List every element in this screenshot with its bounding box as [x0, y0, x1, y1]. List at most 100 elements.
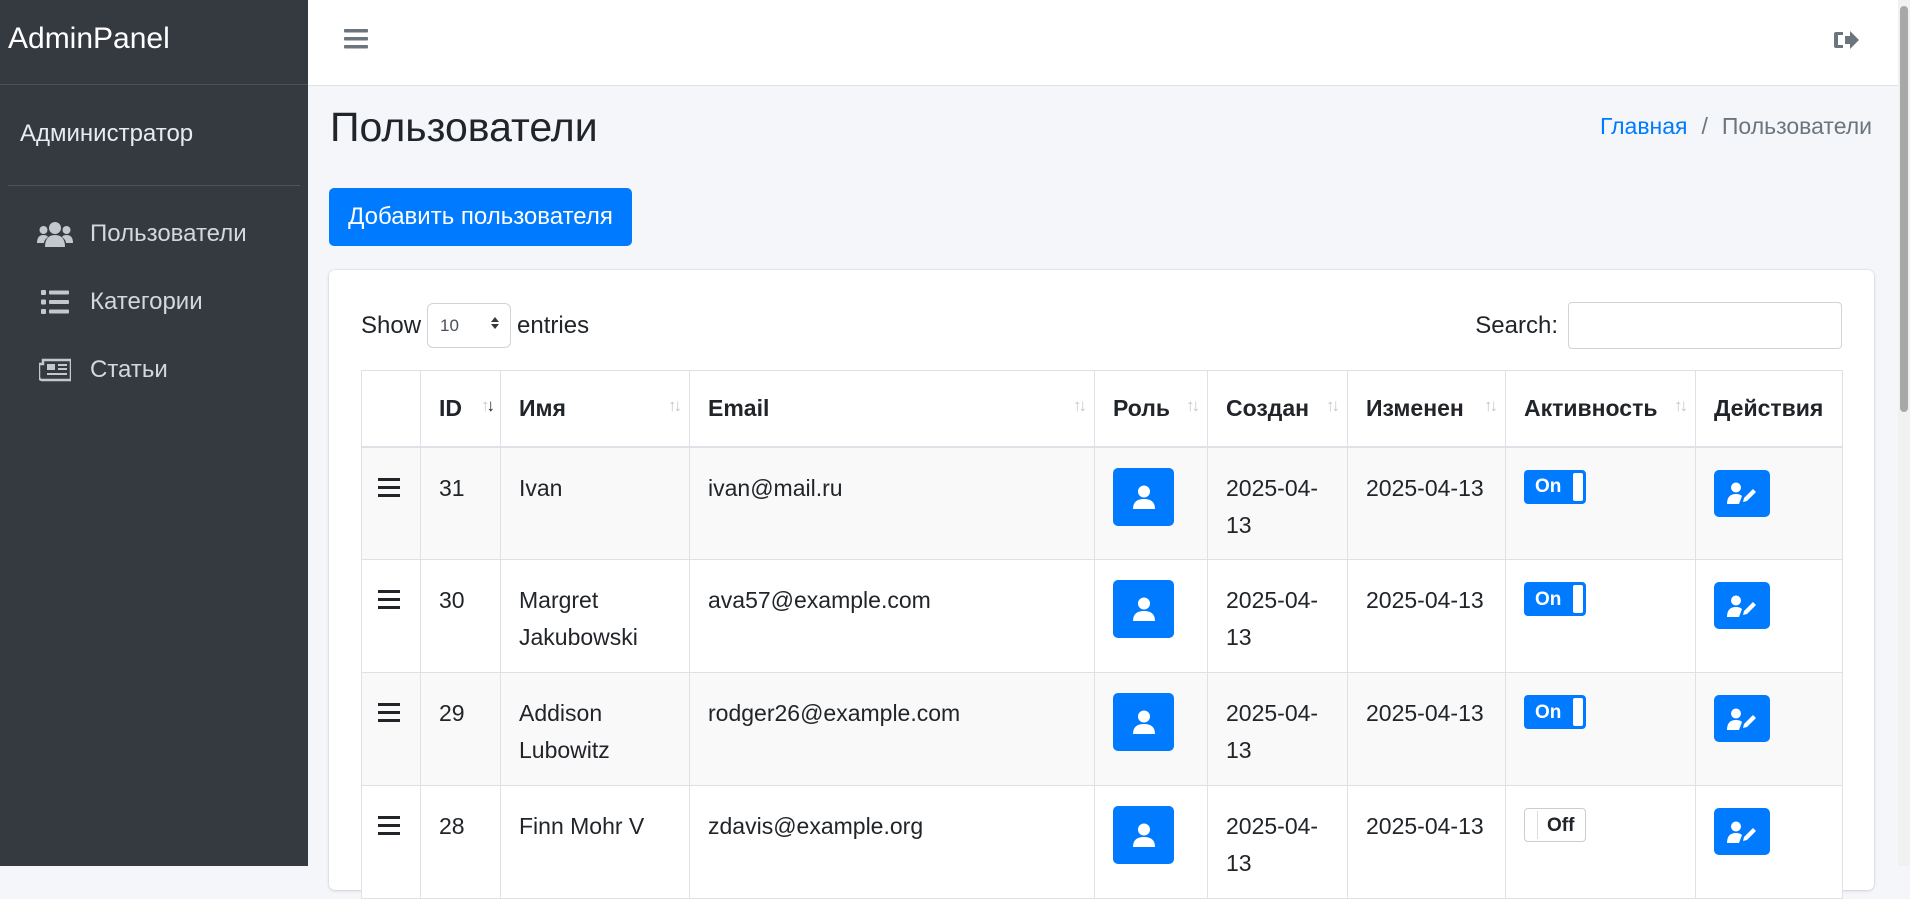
column-header-role[interactable]: Роль ↑↓: [1094, 370, 1208, 448]
column-header-updated[interactable]: Изменен ↑↓: [1347, 370, 1506, 448]
sort-icon: ↑↓: [1674, 396, 1688, 416]
column-label: Email: [708, 394, 770, 421]
breadcrumb-separator: /: [1701, 113, 1708, 139]
sidebar-item-users[interactable]: Пользователи: [8, 204, 300, 264]
select-arrows-icon: [490, 315, 500, 336]
brand-link[interactable]: AdminPanel: [0, 0, 308, 85]
active-toggle[interactable]: On: [1524, 695, 1586, 729]
sidebar-item-label: Статьи: [90, 356, 168, 383]
drag-handle-cell[interactable]: [361, 446, 421, 560]
table-row: 28 Finn Mohr V zdavis@example.org 2025-0…: [361, 785, 1843, 899]
show-label: Show: [361, 311, 422, 339]
updated-cell: 2025-04-13: [1347, 672, 1506, 786]
column-header-active[interactable]: Активность ↑↓: [1505, 370, 1696, 448]
breadcrumb: Главная / Пользователи: [1600, 113, 1872, 140]
id-cell: 31: [420, 446, 501, 560]
user-name: Margret Jakubowski: [519, 587, 638, 650]
entries-select[interactable]: 10: [427, 303, 512, 348]
entries-label: entries: [517, 311, 590, 339]
actions-cell: [1695, 559, 1843, 673]
user-name: Addison Lubowitz: [519, 700, 610, 763]
role-cell: [1094, 446, 1208, 560]
updated-date: 2025-04-13: [1366, 700, 1484, 726]
breadcrumb-home-link[interactable]: Главная: [1600, 113, 1688, 140]
add-user-button[interactable]: Добавить пользователя: [329, 188, 632, 246]
created-date-part: 13: [1226, 850, 1252, 876]
user-id: 31: [439, 474, 465, 501]
column-header-name[interactable]: Имя ↑↓: [500, 370, 690, 448]
column-label: Создан: [1226, 394, 1310, 421]
sidebar-item-articles[interactable]: Статьи: [8, 340, 300, 400]
drag-handle-cell[interactable]: [361, 672, 421, 786]
hamburger-icon[interactable]: [344, 28, 368, 55]
column-header-created[interactable]: Создан ↑↓: [1207, 370, 1348, 448]
column-label: Роль: [1113, 394, 1170, 421]
user-edit-icon: [1727, 708, 1756, 730]
newspaper-icon: [36, 355, 74, 385]
sidebar: AdminPanel Администратор Пользователи Ка…: [0, 0, 308, 866]
page-scrollbar[interactable]: [1898, 0, 1910, 866]
role-button[interactable]: [1113, 693, 1174, 751]
column-header-email[interactable]: Email ↑↓: [689, 370, 1095, 448]
active-cell: On: [1505, 446, 1696, 560]
role-button[interactable]: [1113, 467, 1174, 526]
column-header-id[interactable]: ID ↑↓: [420, 370, 501, 448]
search-label: Search:: [1475, 311, 1558, 339]
breadcrumb-current: Пользователи: [1721, 113, 1872, 139]
active-toggle[interactable]: Off: [1524, 808, 1586, 842]
sort-icon: ↑↓: [1484, 396, 1498, 416]
created-cell: 2025-04- 13: [1207, 559, 1348, 673]
user-panel-name[interactable]: Администратор: [8, 85, 300, 186]
toggle-label: On: [1535, 476, 1562, 497]
role-button[interactable]: [1113, 806, 1174, 864]
column-label: Имя: [519, 394, 566, 421]
search-control: Search:: [1475, 302, 1842, 349]
table-header-row: ID ↑↓ Имя ↑↓ Email ↑↓ Роль ↑↓ Создан ↑↓ …: [361, 370, 1843, 448]
name-cell: Finn Mohr V: [500, 785, 690, 899]
user-icon: [1132, 485, 1155, 509]
drag-handle-icon[interactable]: [378, 477, 400, 503]
email-cell: rodger26@example.com: [689, 672, 1095, 786]
column-label: ID: [439, 394, 462, 421]
sort-icon: ↑↓: [1326, 396, 1340, 416]
sidebar-item-label: Пользователи: [90, 220, 247, 247]
edit-user-button[interactable]: [1714, 808, 1770, 855]
email-cell: ava57@example.com: [689, 559, 1095, 673]
actions-cell: [1695, 672, 1843, 786]
user-id: 29: [439, 700, 465, 726]
column-label: Активность: [1524, 394, 1658, 421]
role-cell: [1094, 559, 1208, 673]
sort-icon: ↑↓: [1073, 396, 1087, 416]
edit-user-button[interactable]: [1714, 582, 1770, 629]
sign-out-icon[interactable]: [1833, 28, 1859, 57]
sidebar-item-categories[interactable]: Категории: [8, 272, 300, 332]
drag-handle-cell[interactable]: [361, 559, 421, 673]
sort-desc-icon: ↑↓: [481, 396, 495, 416]
drag-handle-icon[interactable]: [378, 815, 400, 841]
entries-select-value: 10: [440, 315, 459, 335]
user-name: Ivan: [519, 474, 563, 501]
scrollbar-thumb[interactable]: [1900, 6, 1908, 412]
list-icon: [36, 287, 74, 317]
edit-user-button[interactable]: [1714, 469, 1770, 517]
name-cell: Margret Jakubowski: [500, 559, 690, 673]
column-header-reorder: [361, 370, 421, 448]
user-id: 28: [439, 813, 465, 839]
drag-handle-icon[interactable]: [378, 589, 400, 615]
actions-cell: [1695, 785, 1843, 899]
active-toggle[interactable]: On: [1524, 582, 1586, 616]
user-id: 30: [439, 587, 465, 613]
role-button[interactable]: [1113, 580, 1174, 638]
active-cell: On: [1505, 672, 1696, 786]
user-icon: [1132, 823, 1155, 847]
created-date-part: 13: [1226, 624, 1252, 650]
search-input[interactable]: [1568, 302, 1842, 349]
updated-date: 2025-04-13: [1366, 474, 1484, 501]
created-date-part: 2025-04-: [1226, 700, 1319, 726]
drag-handle-cell[interactable]: [361, 785, 421, 899]
email-cell: ivan@mail.ru: [689, 446, 1095, 560]
drag-handle-icon[interactable]: [378, 702, 400, 728]
edit-user-button[interactable]: [1714, 695, 1770, 742]
created-date-part: 2025-04-: [1226, 474, 1319, 501]
active-toggle[interactable]: On: [1524, 469, 1586, 504]
